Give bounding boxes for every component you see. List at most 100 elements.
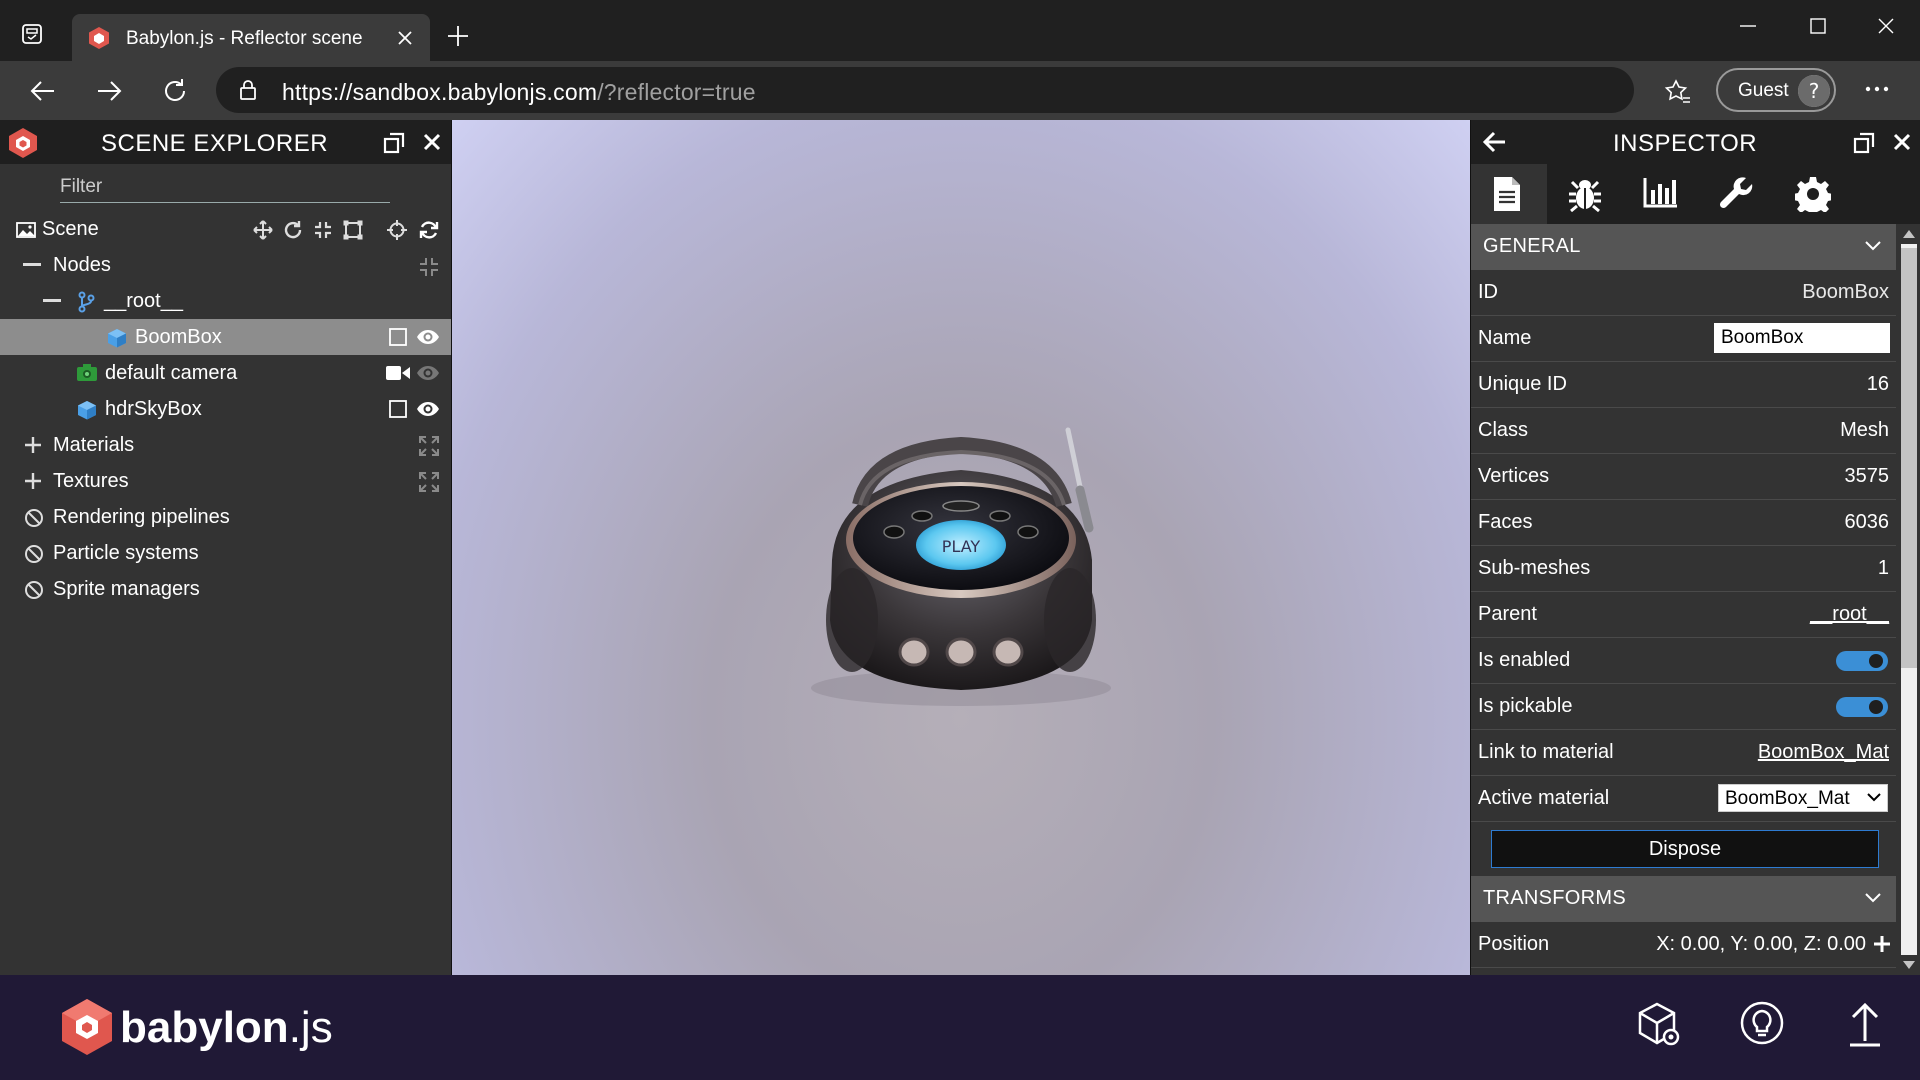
dispose-button[interactable]: Dispose	[1491, 830, 1879, 868]
active-material-select[interactable]: BoomBox_Mat	[1718, 784, 1888, 812]
url-text[interactable]: https://sandbox.babylonjs.com/?reflector…	[282, 79, 756, 106]
babylon-favicon-icon	[88, 26, 110, 50]
is-enabled-toggle[interactable]	[1836, 651, 1888, 671]
lightbulb-icon[interactable]	[1740, 1001, 1784, 1047]
general-section-header[interactable]: GENERAL	[1471, 224, 1896, 270]
new-tab-icon[interactable]	[446, 24, 470, 48]
scrollbar-thumb[interactable]	[1901, 248, 1917, 668]
rendering-pipelines-row[interactable]: Rendering pipelines	[0, 499, 451, 535]
inspector-title: INSPECTOR	[1613, 130, 1758, 157]
is-pickable-toggle[interactable]	[1836, 697, 1888, 717]
prop-value: BoomBox	[1802, 281, 1889, 303]
materials-row[interactable]: Materials	[0, 427, 451, 463]
collapse-icon[interactable]	[23, 263, 41, 267]
profile-button[interactable]: Guest ?	[1716, 68, 1836, 112]
boombox-model[interactable]: PLAY	[452, 120, 1470, 975]
prop-label: Active material	[1478, 787, 1610, 809]
properties-pane[interactable]: GENERAL ID BoomBox Name Unique ID 16 Cla…	[1471, 224, 1896, 975]
mesh-cube-icon	[77, 400, 97, 420]
filter-field[interactable]	[60, 176, 390, 203]
mesh-row-skybox[interactable]: hdrSkyBox	[0, 391, 451, 427]
translate-gizmo-icon[interactable]	[253, 220, 273, 240]
expand-all-icon[interactable]	[419, 472, 439, 492]
prop-value: Mesh	[1840, 419, 1889, 441]
tab-debug[interactable]	[1547, 164, 1623, 224]
bounding-box-toggle-icon[interactable]	[389, 400, 407, 418]
chevron-down-icon[interactable]	[1864, 892, 1882, 904]
expand-all-icon[interactable]	[419, 436, 439, 456]
browser-tab[interactable]: Babylon.js - Reflector scene	[72, 14, 430, 61]
browser-toolbar: https://sandbox.babylonjs.com/?reflector…	[0, 61, 1920, 120]
inspector-toggle-icon[interactable]	[1636, 1001, 1682, 1047]
camera-row[interactable]: default camera	[0, 355, 451, 391]
rotate-gizmo-icon[interactable]	[283, 220, 303, 240]
visibility-eye-icon[interactable]	[416, 401, 440, 417]
sprite-managers-row[interactable]: Sprite managers	[0, 571, 451, 607]
scale-gizmo-icon[interactable]	[313, 220, 333, 240]
more-menu-icon[interactable]	[1864, 85, 1890, 93]
material-link[interactable]: BoomBox_Mat	[1758, 741, 1889, 764]
lock-icon[interactable]	[238, 79, 258, 101]
inspector-tabs	[1471, 164, 1920, 224]
parent-link[interactable]: __root__	[1810, 603, 1889, 626]
tab-title: Babylon.js - Reflector scene	[126, 28, 363, 49]
video-camera-icon[interactable]	[386, 365, 410, 381]
expand-plus-icon[interactable]	[24, 436, 42, 454]
refresh-icon[interactable]	[160, 76, 190, 106]
textures-label: Textures	[53, 470, 129, 492]
name-field[interactable]	[1714, 323, 1890, 353]
bounding-box-gizmo-icon[interactable]	[343, 220, 363, 240]
expand-plus-icon[interactable]	[1873, 935, 1891, 953]
crosshair-icon[interactable]	[387, 220, 407, 240]
particle-systems-row[interactable]: Particle systems	[0, 535, 451, 571]
minimize-icon[interactable]	[1736, 14, 1760, 38]
expand-plus-icon[interactable]	[24, 472, 42, 490]
tab-tools[interactable]	[1699, 164, 1775, 224]
bounding-box-toggle-icon[interactable]	[389, 328, 407, 346]
chevron-down-icon[interactable]	[1864, 240, 1882, 252]
favorites-icon[interactable]	[1664, 78, 1692, 106]
tab-settings[interactable]	[1775, 164, 1851, 224]
close-window-icon[interactable]	[1874, 14, 1898, 38]
scroll-down-icon[interactable]	[1903, 961, 1915, 969]
visibility-eye-icon[interactable]	[416, 365, 440, 381]
prop-label: Unique ID	[1478, 373, 1567, 395]
address-bar[interactable]: https://sandbox.babylonjs.com/?reflector…	[216, 67, 1634, 113]
transforms-section-header[interactable]: TRANSFORMS	[1471, 876, 1896, 922]
tab-properties[interactable]	[1471, 164, 1547, 224]
popout-icon[interactable]	[383, 132, 405, 154]
back-arrow-icon[interactable]	[1481, 130, 1507, 154]
skybox-label: hdrSkyBox	[105, 398, 202, 420]
collapse-root-icon[interactable]	[43, 299, 61, 303]
back-icon[interactable]	[28, 76, 58, 106]
babylon-logo-icon	[8, 127, 38, 159]
brand-wordmark: babylon.js	[120, 1003, 333, 1052]
root-node-row[interactable]: __root__	[0, 283, 451, 319]
scene-label: Scene	[42, 218, 99, 240]
close-tab-icon[interactable]	[394, 27, 416, 49]
textures-row[interactable]: Textures	[0, 463, 451, 499]
close-explorer-icon[interactable]	[422, 132, 442, 152]
visibility-eye-icon[interactable]	[416, 329, 440, 345]
maximize-icon[interactable]	[1806, 14, 1830, 38]
forward-icon[interactable]	[94, 76, 124, 106]
gear-icon	[1795, 177, 1831, 212]
prop-label: Class	[1478, 419, 1529, 441]
filter-input[interactable]	[60, 176, 380, 198]
scrollbar[interactable]	[1897, 224, 1920, 975]
scene-row[interactable]: Scene	[0, 211, 451, 247]
refresh-scene-icon[interactable]	[418, 220, 440, 240]
render-canvas[interactable]: PLAY	[452, 120, 1470, 975]
compress-icon[interactable]	[419, 257, 439, 277]
close-inspector-icon[interactable]	[1892, 132, 1912, 152]
scroll-up-icon[interactable]	[1903, 230, 1915, 238]
popout-icon[interactable]	[1853, 132, 1875, 154]
prop-label: Vertices	[1478, 465, 1550, 487]
nodes-row[interactable]: Nodes	[0, 247, 451, 283]
mesh-row-boombox[interactable]: BoomBox	[0, 319, 451, 355]
tab-statistics[interactable]	[1623, 164, 1699, 224]
tab-actions-icon[interactable]	[20, 22, 50, 52]
upload-icon[interactable]	[1848, 1001, 1882, 1047]
prop-id: ID BoomBox	[1471, 270, 1896, 316]
nodes-label: Nodes	[53, 254, 111, 276]
